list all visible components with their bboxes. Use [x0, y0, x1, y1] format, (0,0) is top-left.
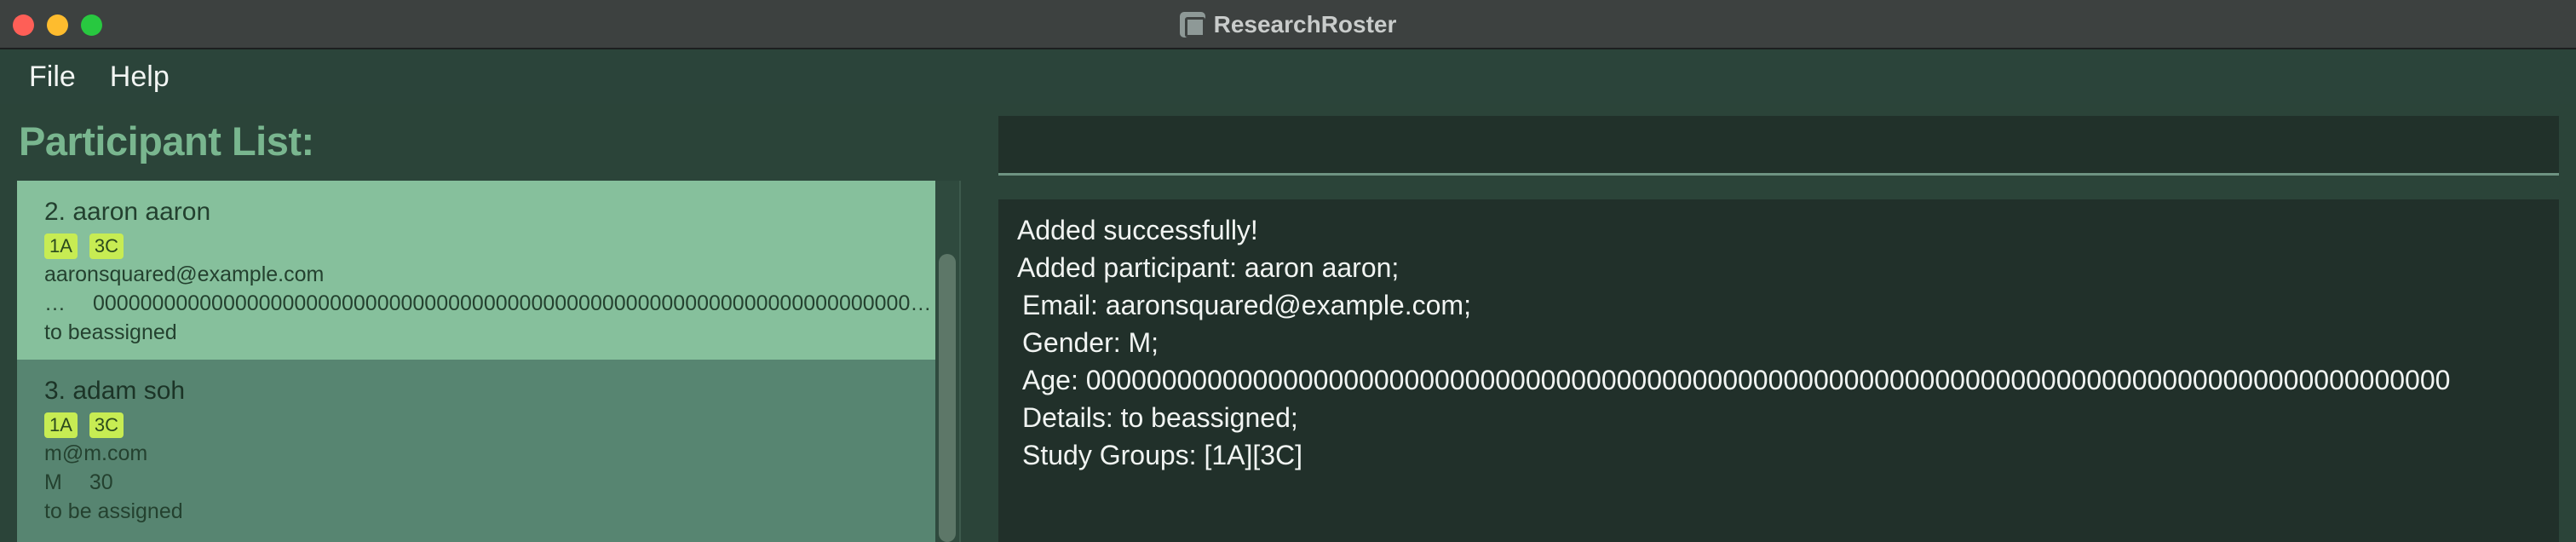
participant-name: 3. adam soh: [44, 377, 186, 405]
participant-name: 2. aaron aaron: [44, 198, 211, 226]
menu-file[interactable]: File: [29, 61, 76, 94]
participant-age: 0000000000000000000000000000000000000000…: [93, 291, 930, 315]
list-scrollbar-thumb[interactable]: [939, 254, 956, 542]
participant-tags: 1A 3C: [44, 234, 124, 259]
app-logo-icon: [1179, 12, 1205, 37]
result-line: Study Groups: [1A][3C]: [1022, 440, 1303, 470]
result-line: Details: to beassigned;: [1022, 402, 1298, 433]
participant-gender-age: M 30: [44, 470, 930, 495]
tag-badge: 3C: [89, 234, 124, 259]
output-panel: Added successfully! Added participant: a…: [976, 104, 2576, 542]
participant-details: to beassigned: [44, 320, 177, 344]
participant-email: aaronsquared@example.com: [44, 262, 325, 286]
participant-card[interactable]: 3. adam soh 1A 3C m@m.com M 30 to be assi…: [17, 360, 935, 542]
window-title: ResearchRoster: [1213, 11, 1397, 37]
result-display: Added successfully! Added participant: a…: [998, 199, 2559, 542]
result-line: Added participant: aaron aaron;: [1017, 252, 1400, 283]
menu-help[interactable]: Help: [110, 61, 170, 94]
tag-badge: 1A: [44, 234, 78, 259]
result-line: Gender: M;: [1022, 327, 1159, 358]
command-input[interactable]: [998, 116, 2559, 176]
participant-gender: M: [44, 470, 62, 494]
window-title-group: ResearchRoster: [0, 0, 2576, 49]
participant-age: 30: [89, 470, 113, 494]
participant-list[interactable]: 2. aaron aaron 1A 3C aaronsquared@exampl…: [17, 181, 961, 542]
result-line: Added successfully!: [1017, 215, 1258, 245]
participant-details: to be assigned: [44, 499, 183, 523]
participant-list-title: Participant List:: [19, 118, 314, 164]
result-line: Age: 00000000000000000000000000000000000…: [1022, 365, 2451, 395]
participant-gender: …: [44, 291, 66, 315]
tag-badge: 1A: [44, 412, 78, 438]
participant-panel: Participant List: 2. aaron aaron 1A 3C a…: [0, 104, 976, 542]
tag-badge: 3C: [89, 412, 124, 438]
participant-gender-age: … 000000000000000000000000000000000000000…: [44, 291, 930, 316]
window-titlebar: ResearchRoster: [0, 0, 2576, 49]
result-line: Email: aaronsquared@example.com;: [1022, 290, 1471, 320]
participant-tags: 1A 3C: [44, 412, 124, 438]
participant-card-selected[interactable]: 2. aaron aaron 1A 3C aaronsquared@exampl…: [17, 181, 935, 360]
menu-bar: File Help: [0, 49, 2576, 104]
participant-email: m@m.com: [44, 441, 148, 465]
